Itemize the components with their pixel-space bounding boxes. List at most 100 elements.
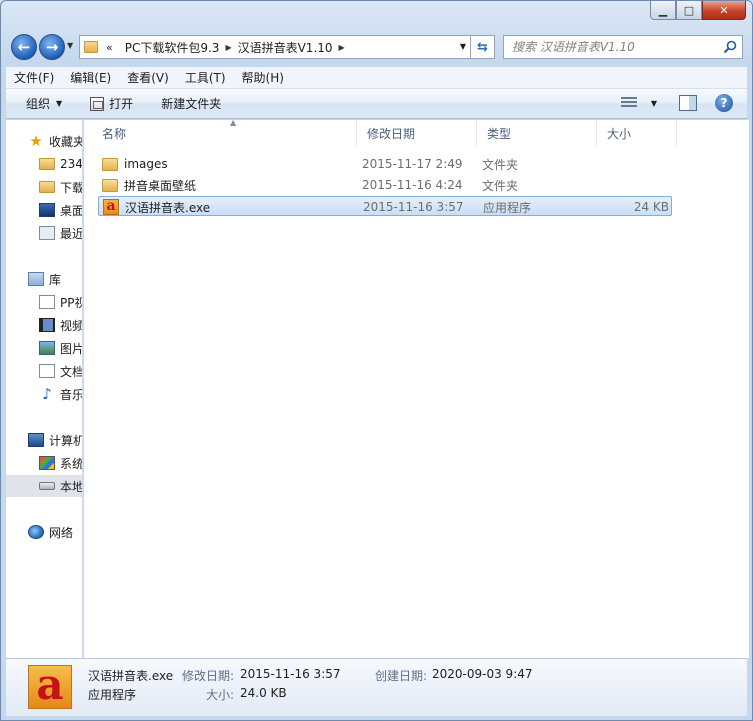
- size-cell: 24 KB: [633, 200, 669, 214]
- menu-view[interactable]: 查看(V): [127, 69, 169, 86]
- modified-cell: 2015-11-16 4:24: [362, 178, 463, 192]
- help-icon[interactable]: ?: [715, 94, 733, 112]
- recent-pages-dropdown[interactable]: ▼: [67, 41, 73, 50]
- file-row-exe[interactable]: a 汉语拼音表.exe 2015-11-16 3:57 应用程序 24 KB: [98, 196, 672, 216]
- name-cell: 拼音桌面壁纸: [102, 175, 196, 195]
- refresh-button[interactable]: ⇆: [471, 35, 495, 59]
- back-button[interactable]: ←: [11, 34, 37, 60]
- address-bar[interactable]: « PC下载软件包9.3 ▶ 汉语拼音表V1.10 ▶ ▼: [79, 35, 471, 59]
- sidebar-item-pictures[interactable]: 图片: [6, 337, 82, 359]
- open-icon: [90, 96, 105, 111]
- preview-pane-icon[interactable]: [679, 95, 697, 111]
- videos-icon: [39, 318, 55, 332]
- sidebar-item-computer[interactable]: 计算机: [6, 429, 82, 451]
- menu-bar: 文件(F) 编辑(E) 查看(V) 工具(T) 帮助(H): [6, 67, 747, 89]
- minimize-button[interactable]: ▁: [650, 1, 676, 20]
- file-row-images[interactable]: images 2015-11-17 2:49 文件夹: [98, 154, 672, 174]
- address-overflow[interactable]: «: [106, 41, 113, 54]
- details-filetype: 应用程序: [88, 688, 137, 702]
- sidebar-item-recent[interactable]: 最近: [6, 222, 82, 244]
- breadcrumb-segment[interactable]: PC下载软件包9.3: [125, 39, 220, 56]
- menu-help[interactable]: 帮助(H): [242, 69, 284, 86]
- sidebar-item-label: PP视: [60, 295, 82, 310]
- chevron-down-icon: ▼: [56, 99, 63, 108]
- network-icon: [28, 525, 44, 539]
- forward-button[interactable]: →: [39, 34, 65, 60]
- file-row-wallpaper-folder[interactable]: 拼音桌面壁纸 2015-11-16 4:24 文件夹: [98, 175, 672, 195]
- breadcrumb-chevron-icon[interactable]: ▶: [225, 43, 231, 52]
- details-filename: 汉语拼音表.exe: [88, 669, 174, 683]
- new-folder-button[interactable]: 新建文件夹: [161, 95, 221, 112]
- sidebar-item-label: 计算机: [49, 433, 83, 448]
- menu-file[interactable]: 文件(F): [14, 69, 54, 86]
- caption-buttons: ▁ □ ✕: [650, 1, 746, 21]
- name-cell: a 汉语拼音表.exe: [103, 197, 210, 217]
- local-disk-icon: [39, 482, 55, 490]
- sidebar-item-music[interactable]: ♪ 音乐: [6, 383, 82, 405]
- pictures-icon: [39, 341, 55, 355]
- sidebar-item-favorites[interactable]: ★ 收藏夹: [6, 130, 82, 152]
- details-modified-label: 修改日期:: [182, 669, 235, 683]
- column-header-name[interactable]: 名称 ▲: [92, 118, 357, 146]
- close-button[interactable]: ✕: [702, 1, 746, 20]
- music-icon: ♪: [42, 385, 52, 403]
- breadcrumb-segment[interactable]: 汉语拼音表V1.10: [238, 39, 333, 56]
- sidebar-item-label: 网络: [49, 525, 74, 540]
- search-icon[interactable]: [722, 39, 738, 55]
- sidebar-item-downloads[interactable]: 下载: [6, 176, 82, 198]
- views-icon[interactable]: [620, 97, 637, 109]
- toolbar-right: ▼ ?: [620, 94, 733, 112]
- menu-tools[interactable]: 工具(T): [185, 69, 226, 86]
- open-button[interactable]: 打开: [90, 95, 133, 112]
- address-history-dropdown[interactable]: ▼: [460, 42, 466, 51]
- search-input[interactable]: [504, 36, 714, 58]
- sidebar-item-documents[interactable]: 文档: [6, 360, 82, 382]
- column-header-size[interactable]: 大小: [597, 120, 677, 146]
- sidebar-item-label: 音乐: [60, 387, 83, 402]
- organize-button[interactable]: 组织 ▼: [26, 95, 62, 112]
- sidebar-item-label: 桌面: [60, 203, 83, 218]
- app-icon: a: [28, 664, 72, 709]
- organize-label: 组织: [26, 97, 51, 111]
- details-modified-value: 2015-11-16 3:57: [240, 667, 341, 681]
- breadcrumb-chevron-icon[interactable]: ▶: [339, 43, 345, 52]
- column-header-modified[interactable]: 修改日期: [357, 120, 477, 146]
- search-box[interactable]: [503, 35, 743, 59]
- navigation-pane[interactable]: ★ 收藏夹 234 下载 桌面 最近 库 PP视 视频: [6, 120, 83, 658]
- folder-icon: [102, 157, 118, 171]
- sidebar-item-pp-video[interactable]: PP视: [6, 291, 82, 313]
- sidebar-item-label: 文档: [60, 364, 83, 379]
- star-icon: ★: [29, 132, 43, 150]
- sidebar-item-system-drive[interactable]: 系统: [6, 452, 82, 474]
- sidebar-item-network[interactable]: 网络: [6, 521, 82, 543]
- sidebar-item-label: 234: [60, 157, 83, 171]
- sidebar-item-label: 系统: [60, 456, 83, 471]
- sidebar-item-videos[interactable]: 视频: [6, 314, 82, 336]
- sidebar-item-234[interactable]: 234: [6, 153, 82, 175]
- arrow-left-icon: ←: [17, 38, 31, 56]
- column-header-label: 修改日期: [367, 126, 416, 141]
- menu-edit[interactable]: 编辑(E): [70, 69, 111, 86]
- file-name: 拼音桌面壁纸: [124, 178, 197, 193]
- maximize-button[interactable]: □: [676, 1, 702, 20]
- sidebar-item-label: 下载: [60, 180, 83, 195]
- refresh-icon: ⇆: [477, 39, 488, 55]
- type-cell: 文件夹: [482, 178, 519, 193]
- views-dropdown[interactable]: ▼: [651, 99, 657, 108]
- sidebar-item-local-disk[interactable]: 本地: [6, 475, 82, 497]
- sidebar-item-desktop[interactable]: 桌面: [6, 199, 82, 221]
- computer-icon: [28, 433, 44, 447]
- navigation-bar: ← → ▼ « PC下载软件包9.3 ▶ 汉语拼音表V1.10 ▶ ▼ ⇆: [1, 31, 752, 63]
- file-list[interactable]: 名称 ▲ 修改日期 类型 大小 images 2015-11-17 2:49 文…: [84, 118, 749, 658]
- sidebar-item-label: 库: [49, 272, 62, 287]
- size-cell: [602, 154, 668, 174]
- recent-places-icon: [39, 226, 55, 240]
- column-header-type[interactable]: 类型: [477, 120, 597, 146]
- sidebar-item-label: 收藏夹: [49, 134, 83, 149]
- details-size-label: 大小:: [206, 688, 235, 702]
- sidebar-item-libraries[interactable]: 库: [6, 268, 82, 290]
- column-header-label: 大小: [607, 126, 632, 141]
- column-header-label: 名称: [102, 126, 127, 141]
- sidebar-item-label: 本地: [60, 479, 83, 494]
- size-cell: [602, 175, 668, 195]
